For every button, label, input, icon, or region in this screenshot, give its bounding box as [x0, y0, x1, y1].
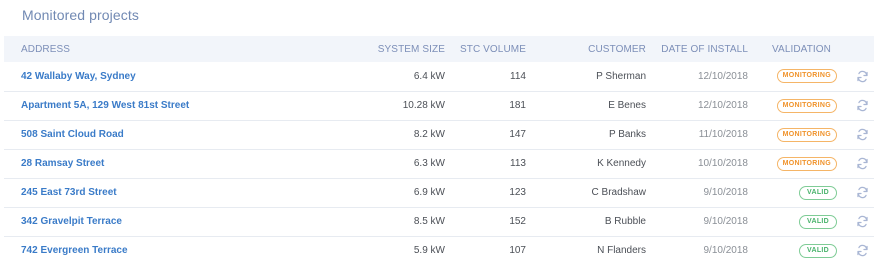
table-row[interactable]: 342 Gravelpit Terrace 8.5 kW 152 B Rubble 9/… [4, 207, 874, 236]
address-link[interactable]: 508 Saint Cloud Road [21, 129, 124, 140]
column-header-validation[interactable]: VALIDATION [748, 36, 837, 62]
refresh-icon[interactable] [856, 157, 869, 170]
table-body: 42 Wallaby Way, Sydney 6.4 kW 114 P Sherman… [4, 62, 874, 265]
status-badge: MONITORING [776, 69, 837, 84]
table-row[interactable]: 508 Saint Cloud Road 8.2 kW 147 P Banks 11/1… [4, 120, 874, 149]
cell-actions [837, 62, 874, 91]
cell-date-of-install: 11/10/2018 [698, 129, 748, 140]
cell-date-of-install: 12/10/2018 [697, 100, 748, 111]
cell-system-size: 8.5 kW [413, 216, 445, 227]
cell-customer: K Kennedy [597, 158, 646, 169]
cell-address: 508 Saint Cloud Road [4, 120, 304, 149]
cell-actions [837, 178, 874, 207]
cell-system-size: 6.9 kW [413, 187, 445, 198]
cell-validation: MONITORING [748, 62, 837, 91]
refresh-icon[interactable] [856, 244, 869, 257]
refresh-icon[interactable] [856, 99, 869, 112]
status-badge: MONITORING [776, 98, 837, 113]
cell-stc-volume: 114 [510, 70, 526, 82]
address-link[interactable]: Apartment 5A, 129 West 81st Street [21, 100, 189, 111]
cell-address: 42 Wallaby Way, Sydney [4, 62, 304, 91]
address-link[interactable]: 342 Gravelpit Terrace [21, 216, 122, 227]
cell-actions [837, 91, 874, 120]
refresh-icon[interactable] [856, 215, 869, 228]
cell-stc-volume: 181 [509, 100, 526, 111]
refresh-icon[interactable] [856, 186, 869, 199]
table-row[interactable]: 42 Wallaby Way, Sydney 6.4 kW 114 P Sherman… [4, 62, 874, 91]
refresh-icon[interactable] [856, 70, 869, 83]
status-badge: MONITORING [776, 127, 837, 142]
table-header-row: ADDRESS SYSTEM SIZE STC VOLUME CUSTOMER … [4, 36, 874, 62]
cell-stc-volume: 147 [509, 129, 526, 140]
cell-date-of-install: 9/10/2018 [703, 187, 749, 198]
cell-date-of-install: 9/10/2018 [703, 245, 749, 257]
cell-stc-volume: 107 [509, 245, 526, 257]
column-header-address[interactable]: ADDRESS [4, 36, 304, 62]
cell-system-size: 5.9 kW [413, 245, 445, 257]
address-link[interactable]: 28 Ramsay Street [21, 158, 104, 169]
cell-validation: MONITORING [748, 120, 837, 149]
cell-address: 342 Gravelpit Terrace [4, 207, 304, 236]
cell-date-of-install: 12/10/2018 [697, 70, 748, 82]
cell-validation: VALID [748, 178, 837, 207]
cell-stc-volume: 113 [510, 158, 526, 169]
cell-system-size: 6.3 kW [413, 158, 445, 169]
cell-customer: P Banks [608, 129, 646, 140]
table-row[interactable]: 28 Ramsay Street 6.3 kW 113 K Kennedy 10/10/… [4, 149, 874, 178]
cell-actions [837, 236, 874, 265]
cell-address: 28 Ramsay Street [4, 149, 304, 178]
cell-customer: N Flanders [597, 245, 646, 257]
status-badge: VALID [799, 185, 837, 200]
cell-customer: C Bradshaw [591, 187, 646, 198]
cell-validation: VALID [748, 236, 837, 265]
cell-actions [837, 120, 874, 149]
column-header-date-of-install[interactable]: DATE OF INSTALL [646, 36, 748, 62]
cell-address: 742 Evergreen Terrace [4, 236, 304, 265]
table-row[interactable]: 245 East 73rd Street 6.9 kW 123 C Bradshaw 9… [4, 178, 874, 207]
cell-system-size: 8.2 kW [413, 129, 445, 140]
cell-date-of-install: 9/10/2018 [703, 216, 749, 227]
column-header-customer[interactable]: CUSTOMER [526, 36, 646, 62]
cell-validation: MONITORING [748, 149, 837, 178]
cell-stc-volume: 123 [509, 187, 526, 198]
address-link[interactable]: 742 Evergreen Terrace [21, 245, 128, 256]
status-badge: VALID [799, 243, 837, 258]
status-badge: MONITORING [776, 156, 837, 171]
status-badge: VALID [799, 214, 837, 229]
cell-actions [837, 149, 874, 178]
monitored-projects-panel: Monitored projects ADDRESS SYSTEM SIZE S… [0, 0, 874, 265]
address-link[interactable]: 42 Wallaby Way, Sydney [21, 71, 136, 82]
cell-date-of-install: 10/10/2018 [697, 158, 748, 169]
cell-system-size: 10.28 kW [402, 100, 445, 111]
cell-validation: MONITORING [748, 91, 837, 120]
cell-address: 245 East 73rd Street [4, 178, 304, 207]
table-row[interactable]: Apartment 5A, 129 West 81st Street 10.28 … [4, 91, 874, 120]
cell-customer: E Benes [608, 100, 646, 111]
cell-stc-volume: 152 [509, 216, 526, 227]
address-link[interactable]: 245 East 73rd Street [21, 187, 117, 198]
cell-system-size: 6.4 kW [413, 70, 445, 82]
table-row[interactable]: 742 Evergreen Terrace 5.9 kW 107 N Flanders… [4, 236, 874, 265]
cell-actions [837, 207, 874, 236]
panel-title: Monitored projects [22, 7, 139, 23]
column-header-actions [837, 36, 874, 62]
refresh-icon[interactable] [856, 128, 869, 141]
column-header-system-size[interactable]: SYSTEM SIZE [304, 36, 445, 62]
column-header-stc-volume[interactable]: STC VOLUME [445, 36, 526, 62]
cell-customer: B Rubble [604, 216, 646, 227]
cell-customer: P Sherman [596, 70, 646, 82]
cell-validation: VALID [748, 207, 837, 236]
projects-table: ADDRESS SYSTEM SIZE STC VOLUME CUSTOMER … [4, 36, 874, 265]
cell-address: Apartment 5A, 129 West 81st Street [4, 91, 304, 120]
